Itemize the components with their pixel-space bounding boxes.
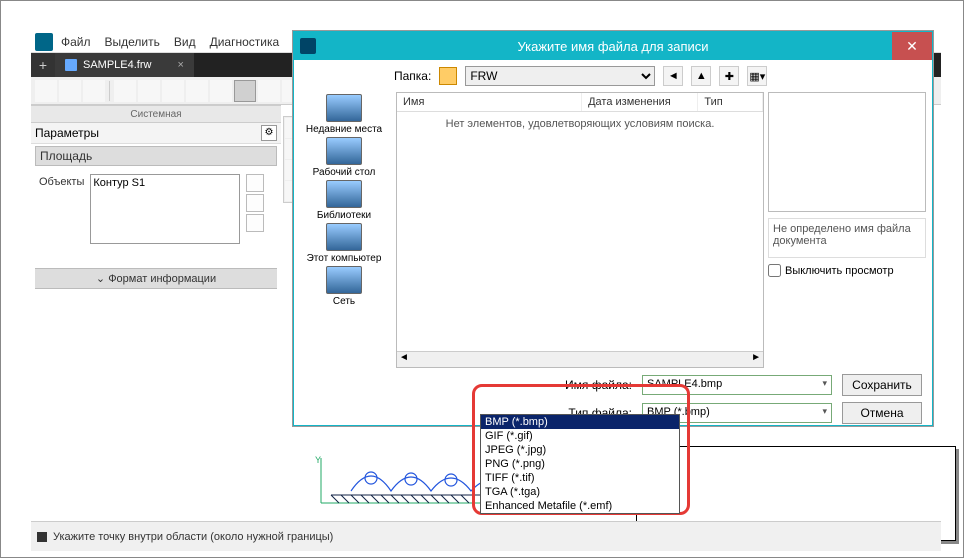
- obj-tool[interactable]: [246, 214, 264, 232]
- tool-btn[interactable]: [258, 80, 280, 102]
- gear-icon[interactable]: ⚙: [261, 125, 277, 141]
- preview-pane: Не определено имя файла документа Выключ…: [768, 92, 926, 368]
- col-date[interactable]: Дата изменения: [582, 93, 698, 111]
- save-button[interactable]: Сохранить: [842, 374, 922, 396]
- tab-close-icon[interactable]: ×: [157, 59, 183, 71]
- scrollbar-h[interactable]: ◄►: [397, 351, 763, 367]
- save-dialog: Укажите имя файла для записи ✕ Папка: FR…: [293, 31, 933, 426]
- tool-btn[interactable]: [162, 80, 184, 102]
- props-section: Площадь: [35, 146, 277, 166]
- new-tab-button[interactable]: +: [31, 53, 55, 77]
- menu-select[interactable]: Выделить: [99, 33, 166, 51]
- folder-select[interactable]: FRW: [465, 66, 655, 86]
- status-text: Укажите точку внутри области (около нужн…: [53, 531, 333, 543]
- tool-btn[interactable]: [138, 80, 160, 102]
- place-network[interactable]: Сеть: [326, 266, 362, 307]
- type-option[interactable]: BMP (*.bmp): [481, 415, 679, 429]
- place-libraries[interactable]: Библиотеки: [317, 180, 371, 221]
- filename-input[interactable]: SAMPLE4.bmp: [642, 375, 832, 395]
- menu-diagnostics[interactable]: Диагностика: [204, 33, 286, 51]
- app-logo: [35, 33, 53, 51]
- objects-field[interactable]: Контур S1: [90, 174, 240, 244]
- newfolder-icon[interactable]: ✚: [719, 66, 739, 86]
- obj-tool[interactable]: [246, 194, 264, 212]
- preview-image: [768, 92, 926, 212]
- preview-text: Не определено имя файла документа: [768, 218, 926, 258]
- menu-file[interactable]: Файл: [55, 33, 97, 51]
- tab-label: SAMPLE4.frw: [83, 59, 151, 71]
- checkbox[interactable]: [768, 264, 781, 277]
- tool-btn[interactable]: [186, 80, 208, 102]
- places-bar: Недавние места Рабочий стол Библиотеки Э…: [294, 90, 394, 370]
- cancel-button[interactable]: Отмена: [842, 402, 922, 424]
- status-flag-icon: [37, 532, 47, 542]
- folder-icon: [439, 67, 457, 85]
- place-desktop[interactable]: Рабочий стол: [313, 137, 376, 178]
- view-icon[interactable]: ▦▾: [747, 66, 767, 86]
- folder-label: Папка:: [394, 69, 431, 83]
- tool-btn[interactable]: [83, 80, 105, 102]
- status-bar: Укажите точку внутри области (около нужн…: [31, 521, 941, 551]
- document-tab[interactable]: SAMPLE4.frw ×: [55, 53, 194, 77]
- type-option[interactable]: Enhanced Metafile (*.emf): [481, 499, 679, 513]
- file-list[interactable]: Имя Дата изменения Тип Нет элементов, уд…: [396, 92, 764, 368]
- empty-message: Нет элементов, удовлетворяющих условиям …: [397, 112, 763, 136]
- tool-btn[interactable]: [210, 80, 232, 102]
- doc-icon: [65, 59, 77, 71]
- dialog-close-button[interactable]: ✕: [892, 32, 932, 60]
- col-type[interactable]: Тип: [698, 93, 763, 111]
- up-icon[interactable]: ▲: [691, 66, 711, 86]
- type-option[interactable]: TIFF (*.tif): [481, 471, 679, 485]
- menu-view[interactable]: Вид: [168, 33, 202, 51]
- col-name[interactable]: Имя: [397, 93, 582, 111]
- dialog-titlebar: Укажите имя файла для записи ✕: [294, 32, 932, 60]
- type-option[interactable]: TGA (*.tga): [481, 485, 679, 499]
- type-option[interactable]: PNG (*.png): [481, 457, 679, 471]
- tool-btn[interactable]: [114, 80, 136, 102]
- place-computer[interactable]: Этот компьютер: [307, 223, 382, 264]
- filetype-dropdown[interactable]: BMP (*.bmp) GIF (*.gif) JPEG (*.jpg) PNG…: [480, 414, 680, 514]
- type-option[interactable]: GIF (*.gif): [481, 429, 679, 443]
- properties-panel: Параметры ⚙ Площадь Объекты Контур S1 Фо…: [31, 123, 281, 291]
- disable-preview-check[interactable]: Выключить просмотр: [768, 264, 926, 277]
- tool-btn-active[interactable]: [234, 80, 256, 102]
- svg-text:Y: Y: [315, 455, 321, 465]
- format-info-bar[interactable]: Формат информации: [35, 268, 277, 289]
- place-recent[interactable]: Недавние места: [306, 94, 382, 135]
- dialog-icon: [300, 38, 316, 54]
- type-option[interactable]: JPEG (*.jpg): [481, 443, 679, 457]
- back-icon[interactable]: ◄: [663, 66, 683, 86]
- objects-label: Объекты: [39, 174, 84, 244]
- dialog-title: Укажите имя файла для записи: [517, 39, 708, 54]
- panel-system-label: Системная: [31, 105, 281, 123]
- props-title: Параметры: [35, 126, 99, 140]
- filename-label: Имя файла:: [565, 378, 632, 392]
- tool-btn[interactable]: [35, 80, 57, 102]
- obj-tool[interactable]: [246, 174, 264, 192]
- tool-btn[interactable]: [59, 80, 81, 102]
- separator: [109, 81, 110, 101]
